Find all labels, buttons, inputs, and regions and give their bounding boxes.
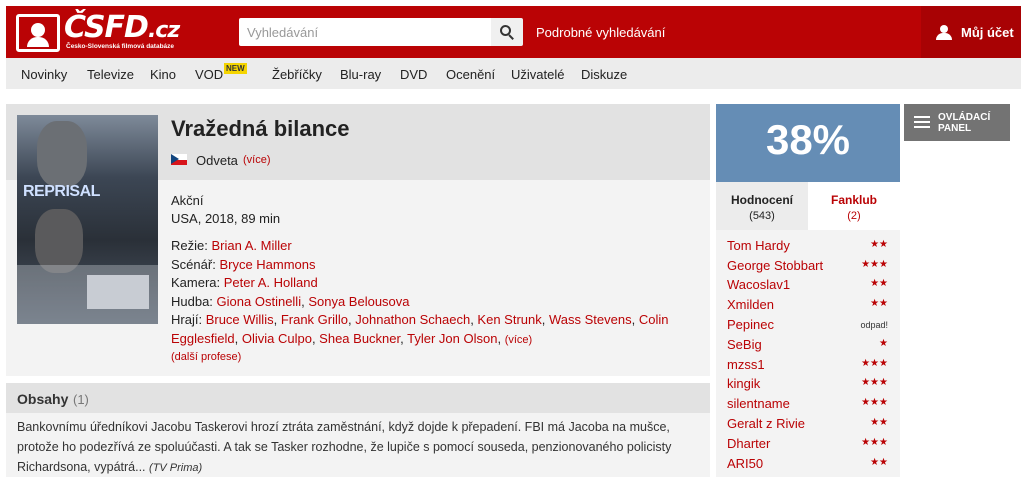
cinematographer-link[interactable]: Peter A. Holland xyxy=(224,275,318,290)
composer-link[interactable]: Sonya Belousova xyxy=(308,294,409,309)
director-link[interactable]: Brian A. Miller xyxy=(211,238,291,253)
cast-label: Hrají: xyxy=(171,312,203,327)
nav-item-televize[interactable]: Televize xyxy=(87,67,134,82)
plot-count: (1) xyxy=(73,392,89,407)
alt-title: Odveta xyxy=(196,153,238,168)
rating-stars: ★★ xyxy=(870,417,888,428)
actor-link[interactable]: Shea Buckner xyxy=(319,331,400,346)
control-panel-button[interactable]: OVLÁDACÍ PANEL xyxy=(904,104,1010,141)
search-button[interactable] xyxy=(491,18,523,46)
directing-label: Režie: xyxy=(171,238,208,253)
rating-stars: ★★★ xyxy=(861,397,888,408)
logo-subtitle: Česko-Slovenská filmová databáze xyxy=(66,43,175,50)
control-panel-label: OVLÁDACÍ PANEL xyxy=(938,112,991,134)
nav-item-zebricky[interactable]: Žebříčky xyxy=(272,67,322,82)
rating-stars: ★★ xyxy=(870,278,888,289)
plot-section: Obsahy (1) Bankovnímu úředníkovi Jacobu … xyxy=(6,383,710,477)
rating-box: 38% xyxy=(716,104,900,182)
rating-stars: ★ xyxy=(879,338,888,349)
nav-item-bluray[interactable]: Blu-ray xyxy=(340,67,381,82)
film-origin: USA, 2018, 89 min xyxy=(171,211,281,226)
plot-header xyxy=(6,383,710,413)
main-nav: Novinky Televize Kino VOD NEW Žebříčky B… xyxy=(6,58,1021,89)
site-header: ČSFD.cz Česko-Slovenská filmová databáze… xyxy=(6,6,1021,58)
composer-link[interactable]: Giona Ostinelli xyxy=(217,294,302,309)
rater-name[interactable]: ARI50 xyxy=(727,456,763,471)
screenplay-label: Scénář: xyxy=(171,256,216,272)
plot-heading: Obsahy xyxy=(17,391,69,407)
rater-name[interactable]: Wacoslav1 xyxy=(727,277,790,292)
alt-titles-more-link[interactable]: (více) xyxy=(243,154,271,166)
film-title: Vražedná bilance xyxy=(171,116,350,141)
site-logo[interactable]: ČSFD.cz Česko-Slovenská filmová databáze xyxy=(16,10,186,52)
nav-item-dvd[interactable]: DVD xyxy=(400,67,427,82)
tab-ratings[interactable]: Hodnocení (543) xyxy=(716,182,808,230)
film-crew: Režie: Brian A. Miller Scénář: Bryce Ham… xyxy=(171,238,669,346)
screenwriter-link[interactable]: Bryce Hammons xyxy=(219,257,315,272)
actor-link[interactable]: Ken Strunk xyxy=(477,312,541,327)
account-button[interactable]: Můj účet xyxy=(921,6,1021,58)
rater-name[interactable]: Tom Hardy xyxy=(727,238,790,253)
nav-item-vod[interactable]: VOD xyxy=(195,67,223,82)
actor-link[interactable]: Wass Stevens xyxy=(549,312,632,327)
plot-source: (TV Prima) xyxy=(149,462,203,474)
rater-name[interactable]: George Stobbart xyxy=(727,258,823,273)
film-genre: Akční xyxy=(171,193,204,208)
cast-more-link[interactable]: (více) xyxy=(505,334,533,346)
more-professions-link[interactable]: (další profese) xyxy=(171,351,241,363)
camera-label: Kamera: xyxy=(171,275,221,290)
film-info-box: REPRISAL Vražedná bilance Odveta (více) … xyxy=(6,104,710,376)
logo-text: ČSFD.cz xyxy=(64,10,180,45)
menu-icon xyxy=(914,116,930,128)
nav-item-diskuze[interactable]: Diskuze xyxy=(581,67,627,82)
user-icon xyxy=(935,25,953,40)
rating-stars: ★★★ xyxy=(861,259,888,270)
actor-link[interactable]: Johnathon Schaech xyxy=(355,312,470,327)
account-label: Můj účet xyxy=(961,25,1014,40)
rater-name[interactable]: Dharter xyxy=(727,436,770,451)
film-poster[interactable]: REPRISAL xyxy=(17,115,158,324)
rating-trash: odpad! xyxy=(860,320,888,330)
actor-link[interactable]: Bruce Willis xyxy=(206,312,274,327)
rater-name[interactable]: Xmilden xyxy=(727,297,774,312)
nav-item-kino[interactable]: Kino xyxy=(150,67,176,82)
rating-stars: ★★ xyxy=(870,457,888,468)
film-strip-icon xyxy=(16,14,60,52)
nav-item-uzivatele[interactable]: Uživatelé xyxy=(511,67,564,82)
actor-link[interactable]: Frank Grillo xyxy=(281,312,348,327)
rater-name[interactable]: Pepinec xyxy=(727,317,774,332)
rating-stars: ★★ xyxy=(870,298,888,309)
actor-link[interactable]: Tyler Jon Olson xyxy=(407,331,497,346)
actor-link[interactable]: Olivia Culpo xyxy=(242,331,312,346)
plot-text: Bankovnímu úředníkovi Jacobu Taskerovi h… xyxy=(17,420,672,474)
rating-stars: ★★★ xyxy=(861,377,888,388)
rating-tabs: Hodnocení (543) Fanklub (2) xyxy=(716,182,900,230)
nav-item-novinky[interactable]: Novinky xyxy=(21,67,67,82)
rating-value: 38% xyxy=(765,116,851,163)
music-label: Hudba: xyxy=(171,293,213,309)
advanced-search-link[interactable]: Podrobné vyhledávání xyxy=(536,25,665,40)
rater-name[interactable]: Geralt z Rivie xyxy=(727,416,805,431)
rater-name[interactable]: mzss1 xyxy=(727,357,765,372)
tab-fanclub[interactable]: Fanklub (2) xyxy=(808,182,900,230)
rating-stars: ★★★ xyxy=(861,437,888,448)
search-input[interactable] xyxy=(239,18,491,46)
rating-stars: ★★★ xyxy=(861,358,888,369)
czech-flag-icon xyxy=(171,154,187,165)
nav-item-oceneni[interactable]: Ocenění xyxy=(446,67,495,82)
new-badge: NEW xyxy=(224,63,247,74)
rater-name[interactable]: SeBig xyxy=(727,337,762,352)
rating-stars: ★★ xyxy=(870,239,888,250)
rater-name[interactable]: kingik xyxy=(727,376,760,391)
rater-name[interactable]: silentname xyxy=(727,396,790,411)
raters-list: Tom Hardy ★★ George Stobbart ★★★ Wacoslav1… xyxy=(716,230,900,477)
